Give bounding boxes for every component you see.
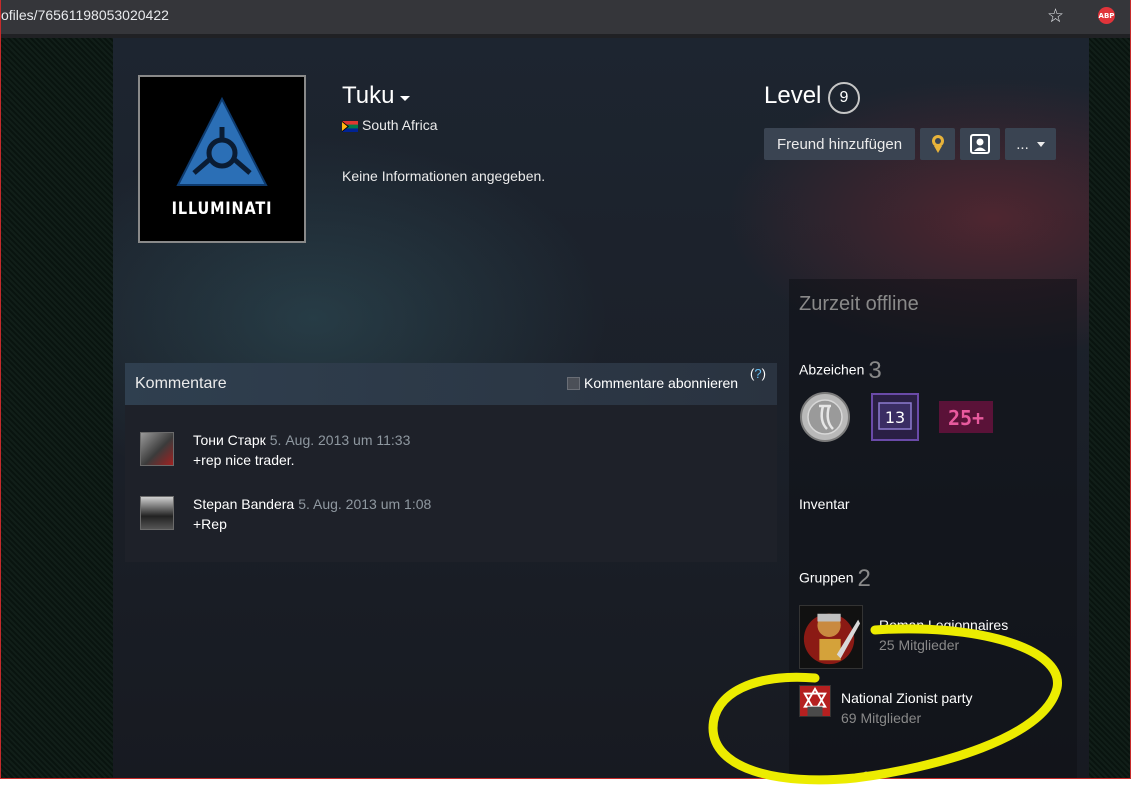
badges-count: 3 — [868, 357, 882, 384]
name-dropdown-icon[interactable] — [400, 96, 410, 101]
comment-text: +Rep — [193, 516, 227, 532]
comments-title: Kommentare — [135, 375, 227, 392]
years-badge-text: 25+ — [948, 406, 984, 430]
comment-avatar[interactable] — [140, 432, 174, 466]
group-avatar-roman-legionnaires[interactable] — [799, 605, 863, 669]
comments-panel: Kommentare Kommentare abonnieren (?) Тон… — [125, 363, 777, 562]
groups-count: 2 — [857, 565, 871, 592]
comment-date: 5. Aug. 2013 um 1:08 — [298, 496, 432, 512]
profile-summary: Keine Informationen angegeben. — [342, 168, 546, 184]
group-avatar-national-zionist-party[interactable] — [799, 685, 831, 717]
user-card-icon — [970, 134, 990, 154]
level-badge[interactable]: 9 — [828, 82, 860, 114]
subscribe-label[interactable]: Kommentare abonnieren — [584, 375, 738, 391]
groups-label: Gruppen — [799, 569, 854, 586]
south-africa-flag-icon — [342, 121, 358, 132]
add-friend-button[interactable]: Freund hinzufügen — [764, 128, 915, 160]
group-members: 25 Mitglieder — [879, 637, 960, 653]
profile-avatar: ILLUMINATI — [138, 75, 306, 243]
level-label: Level — [764, 82, 822, 109]
comment-author[interactable]: Stepan Bandera — [193, 496, 294, 512]
inventory-link[interactable]: Inventar — [799, 496, 850, 512]
group-members: 69 Mitglieder — [841, 710, 922, 726]
browser-toolbar: ofiles/76561198053020422 ☆ ABP — [1, 0, 1130, 34]
subscribe-checkbox[interactable] — [567, 377, 580, 390]
years-badge-icon[interactable]: 25+ — [937, 391, 995, 443]
comment-author-line: Тони Старк 5. Aug. 2013 um 11:33 — [193, 432, 410, 448]
address-bar-url[interactable]: ofiles/76561198053020422 — [1, 7, 169, 23]
comments-header: Kommentare Kommentare abonnieren (?) — [125, 363, 777, 405]
profile-country: South Africa — [362, 117, 438, 133]
help-link[interactable]: (?) — [750, 366, 766, 381]
next-section-count-cutoff: 13 — [859, 767, 886, 778]
profile-card-button[interactable] — [960, 128, 1000, 160]
bookmark-star-icon[interactable]: ☆ — [1047, 5, 1064, 28]
help-close: ) — [761, 366, 766, 381]
profile-name[interactable]: Tuku — [342, 82, 394, 110]
silver-coin-badge-icon[interactable] — [799, 391, 851, 443]
award-button[interactable] — [920, 128, 955, 160]
illuminati-logo-icon — [176, 97, 268, 186]
group-name[interactable]: National Zionist party — [841, 690, 973, 706]
badges-section-label[interactable]: Abzeichen 3 — [799, 357, 882, 385]
comment-author[interactable]: Тони Старк — [193, 432, 266, 448]
badges-label: Abzeichen — [799, 361, 865, 378]
groups-section-label[interactable]: Gruppen 2 — [799, 565, 871, 593]
comment-avatar[interactable] — [140, 496, 174, 530]
more-actions-button[interactable]: ... — [1005, 128, 1056, 160]
online-status: Zurzeit offline — [799, 293, 919, 315]
avatar-logo-text: ILLUMINATI — [171, 199, 273, 219]
profile-sidebar: Zurzeit offline Abzeichen 3 13 25+ Invent… — [789, 279, 1077, 778]
help-question: ? — [754, 366, 762, 381]
browser-viewport: ofiles/76561198053020422 ☆ ABP ILLUMINAT… — [0, 0, 1131, 779]
purple-badge-text: 13 — [885, 408, 905, 427]
comment-date: 5. Aug. 2013 um 11:33 — [269, 432, 411, 448]
purple-badge-icon[interactable]: 13 — [869, 391, 921, 443]
comment-author-line: Stepan Bandera 5. Aug. 2013 um 1:08 — [193, 496, 431, 512]
chevron-down-icon — [1036, 141, 1045, 147]
adblock-extension-icon[interactable]: ABP — [1098, 7, 1115, 24]
group-name[interactable]: Roman Legionnaires — [879, 617, 1008, 633]
more-actions-label: ... — [1016, 135, 1029, 153]
award-medal-icon — [931, 135, 944, 153]
comment-text: +rep nice trader. — [193, 452, 295, 468]
